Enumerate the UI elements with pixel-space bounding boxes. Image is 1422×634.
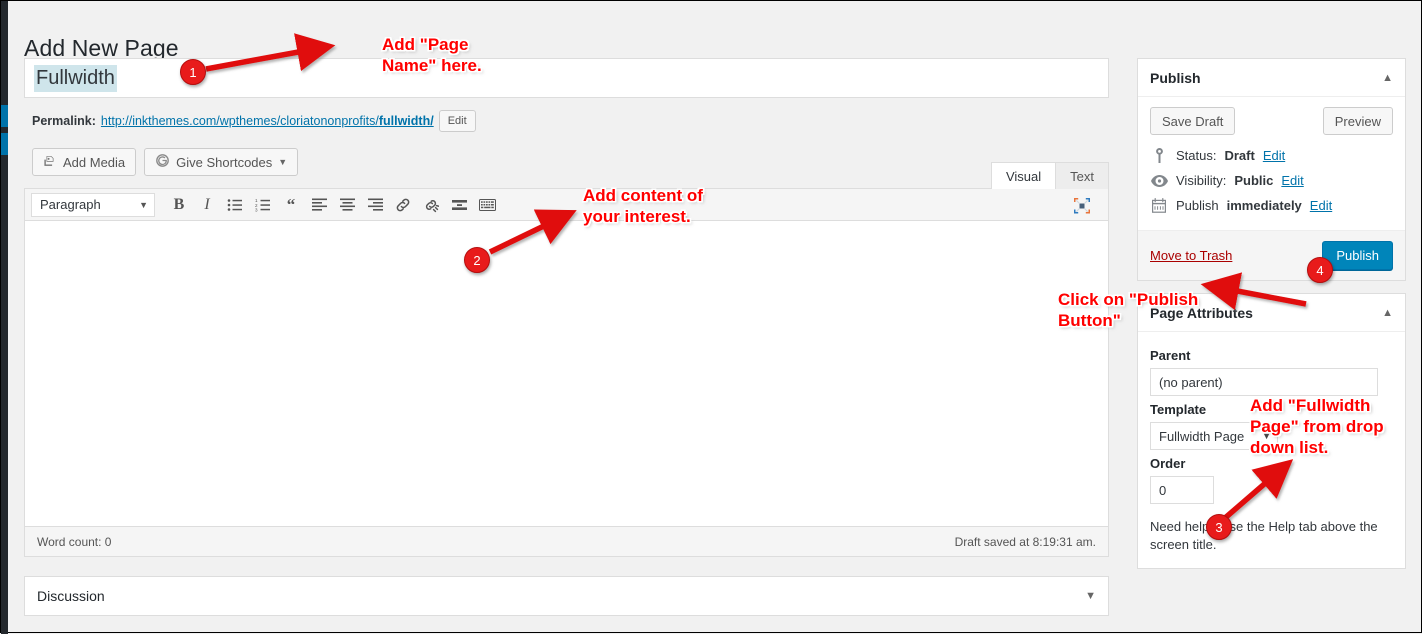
unordered-list-icon[interactable]	[221, 192, 249, 218]
word-count: Word count: 0	[37, 535, 111, 549]
toolbar-toggle-icon[interactable]	[473, 192, 501, 218]
edit-permalink-button[interactable]: Edit	[439, 110, 476, 132]
insert-more-icon[interactable]	[445, 192, 473, 218]
publish-actions-row: Save Draft Preview	[1138, 97, 1405, 141]
editor-sidebar: Publish ▲ Save Draft Preview Status: Dra…	[1137, 58, 1406, 581]
parent-label: Parent	[1150, 348, 1393, 363]
order-input[interactable]: 0	[1150, 476, 1214, 504]
visibility-value: Public	[1234, 173, 1273, 188]
edit-visibility-link[interactable]: Edit	[1281, 173, 1303, 188]
add-media-icon	[43, 154, 57, 171]
italic-icon[interactable]: I	[193, 192, 221, 218]
schedule-row: Publish immediately Edit	[1150, 193, 1393, 218]
svg-text:3: 3	[255, 207, 258, 212]
status-row: Status: Draft Edit	[1150, 143, 1393, 168]
chevron-down-icon: ▼	[1262, 431, 1271, 441]
admin-menu-highlight-1[interactable]	[1, 105, 8, 127]
editor-frame: Paragraph ▼ B I 1 2 3	[24, 188, 1109, 557]
main-editor-column: Fullwidth Permalink: http://inkthemes.co…	[24, 58, 1109, 616]
page-attributes-header[interactable]: Page Attributes ▲	[1138, 294, 1405, 332]
publish-major-actions: Move to Trash Publish	[1138, 230, 1405, 280]
chevron-down-icon: ▼	[139, 200, 148, 210]
insert-link-icon[interactable]	[389, 192, 417, 218]
editor-toolbar: Paragraph ▼ B I 1 2 3	[25, 189, 1108, 221]
page-attributes-help-text: Need help? Use the Help tab above the sc…	[1150, 518, 1393, 554]
draft-saved-status: Draft saved at 8:19:31 am.	[955, 535, 1096, 549]
distraction-free-icon[interactable]	[1068, 193, 1096, 219]
editor-content-area[interactable]	[25, 221, 1108, 526]
ordered-list-icon[interactable]: 1 2 3	[249, 192, 277, 218]
permalink-prefix: http://inkthemes.com/wpthemes/cloriatono…	[101, 114, 379, 128]
shortcodes-logo-icon	[155, 153, 170, 171]
admin-menu-rail	[1, 1, 8, 634]
align-right-icon[interactable]	[361, 192, 389, 218]
schedule-label: Publish	[1176, 198, 1219, 213]
chevron-down-icon: ▼	[278, 157, 287, 167]
edit-schedule-link[interactable]: Edit	[1310, 198, 1332, 213]
order-label: Order	[1150, 456, 1393, 471]
permalink-label: Permalink:	[32, 114, 96, 128]
parent-select[interactable]: (no parent)	[1150, 368, 1378, 396]
template-select[interactable]: Fullwidth Page ▼	[1150, 422, 1278, 450]
parent-select-value: (no parent)	[1159, 375, 1223, 390]
page-attributes-postbox: Page Attributes ▲ Parent (no parent) Tem…	[1137, 293, 1406, 569]
move-to-trash-link[interactable]: Move to Trash	[1150, 248, 1232, 263]
publish-postbox-header[interactable]: Publish ▲	[1138, 59, 1405, 97]
admin-content-area: Add New Page Fullwidth Permalink: http:/…	[8, 1, 1421, 632]
visibility-row: Visibility: Public Edit	[1150, 168, 1393, 193]
add-media-label: Add Media	[63, 155, 125, 170]
media-buttons-row: Add Media Give Shortcodes ▼	[24, 148, 1109, 176]
give-shortcodes-label: Give Shortcodes	[176, 155, 272, 170]
calendar-icon	[1150, 198, 1168, 213]
permalink-row: Permalink: http://inkthemes.com/wpthemes…	[24, 108, 1109, 134]
paragraph-format-select[interactable]: Paragraph ▼	[31, 193, 155, 217]
page-attributes-body: Parent (no parent) Template Fullwidth Pa…	[1138, 332, 1405, 568]
admin-menu-highlight-2[interactable]	[1, 133, 8, 155]
status-value: Draft	[1224, 148, 1254, 163]
schedule-value: immediately	[1227, 198, 1302, 213]
save-draft-button[interactable]: Save Draft	[1150, 107, 1235, 135]
page-attributes-title: Page Attributes	[1150, 305, 1253, 321]
publish-postbox: Publish ▲ Save Draft Preview Status: Dra…	[1137, 58, 1406, 281]
edit-status-link[interactable]: Edit	[1263, 148, 1285, 163]
publish-postbox-title: Publish	[1150, 70, 1201, 86]
chevron-down-icon[interactable]: ▼	[1085, 590, 1096, 602]
editor-mode-tabs: Visual Text	[991, 162, 1109, 190]
paragraph-format-value: Paragraph	[40, 197, 101, 212]
chevron-up-icon[interactable]: ▲	[1382, 307, 1393, 319]
tab-visual[interactable]: Visual	[991, 162, 1056, 190]
unlink-icon[interactable]	[417, 192, 445, 218]
pin-icon	[1150, 148, 1168, 163]
eye-icon	[1150, 175, 1168, 187]
preview-button[interactable]: Preview	[1323, 107, 1393, 135]
permalink-slug: fullwidth/	[379, 114, 434, 128]
status-label: Status:	[1176, 148, 1216, 163]
blockquote-icon[interactable]: “	[277, 192, 305, 218]
post-title-value[interactable]: Fullwidth	[34, 65, 117, 92]
bold-icon[interactable]: B	[165, 192, 193, 218]
discussion-title: Discussion	[37, 588, 105, 604]
add-media-button[interactable]: Add Media	[32, 148, 136, 176]
discussion-postbox[interactable]: Discussion ▼	[24, 576, 1109, 616]
post-title-field[interactable]: Fullwidth	[24, 58, 1109, 98]
visibility-label: Visibility:	[1176, 173, 1226, 188]
align-left-icon[interactable]	[305, 192, 333, 218]
publish-misc-actions: Status: Draft Edit Visibility: Public	[1138, 141, 1405, 230]
editor-status-bar: Word count: 0 Draft saved at 8:19:31 am.	[25, 526, 1108, 556]
permalink-link[interactable]: http://inkthemes.com/wpthemes/cloriatono…	[101, 114, 434, 128]
template-label: Template	[1150, 402, 1393, 417]
template-select-value: Fullwidth Page	[1159, 429, 1244, 444]
order-value: 0	[1159, 483, 1166, 498]
align-center-icon[interactable]	[333, 192, 361, 218]
chevron-up-icon[interactable]: ▲	[1382, 72, 1393, 84]
give-shortcodes-button[interactable]: Give Shortcodes ▼	[144, 148, 298, 176]
tab-text[interactable]: Text	[1056, 162, 1109, 190]
publish-button[interactable]: Publish	[1322, 241, 1393, 270]
